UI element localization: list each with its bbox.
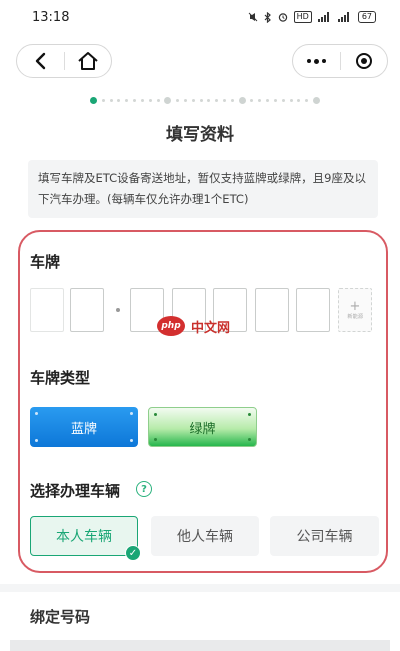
chevron-left-icon xyxy=(36,52,46,70)
vehicle-label: 选择办理车辆 xyxy=(30,482,121,500)
plate-cell-6[interactable] xyxy=(255,288,289,332)
back-button[interactable] xyxy=(17,45,64,77)
bluetooth-icon xyxy=(264,11,271,23)
step-node-3 xyxy=(238,96,246,104)
plate-type-green-button[interactable]: 绿牌 xyxy=(148,407,257,447)
home-button[interactable] xyxy=(65,45,112,77)
menu-capsule xyxy=(292,44,388,78)
target-close-icon xyxy=(355,53,372,69)
vehicle-self-button[interactable]: 本人车辆 xyxy=(30,516,138,556)
hd-icon: HD xyxy=(293,11,312,23)
more-dots-icon xyxy=(306,58,326,64)
alarm-icon xyxy=(278,13,287,22)
plate-cell-1[interactable] xyxy=(30,288,64,332)
plus-icon: + xyxy=(349,298,361,314)
step-node-2 xyxy=(164,96,172,104)
page-title: 填写资料 xyxy=(166,125,234,145)
plate-type-blue-label: 蓝牌 xyxy=(70,421,97,437)
new-energy-cell[interactable]: + 新能源 xyxy=(338,288,372,332)
plate-type-green-label: 绿牌 xyxy=(189,421,216,437)
watermark-text: 中文网 xyxy=(191,320,231,336)
home-icon xyxy=(78,52,98,70)
plate-cell-7[interactable] xyxy=(296,288,330,332)
help-icon[interactable]: ? xyxy=(136,481,152,497)
binding-field[interactable] xyxy=(10,640,390,651)
step-node-4 xyxy=(312,96,320,104)
vehicle-company-button[interactable]: 公司车辆 xyxy=(270,516,379,556)
section-divider xyxy=(0,584,400,592)
step-connector xyxy=(97,98,164,102)
nav-capsule xyxy=(16,44,112,78)
battery-icon: 67 xyxy=(357,11,376,23)
vehicle-other-button[interactable]: 他人车辆 xyxy=(151,516,259,556)
status-icons: HD 67 xyxy=(248,11,376,23)
plate-cell-2[interactable] xyxy=(70,288,104,332)
close-miniprogram-button[interactable] xyxy=(341,45,388,77)
watermark: php 中文网 xyxy=(157,316,230,336)
plate-type-label: 车牌类型 xyxy=(30,369,91,387)
signal-icon xyxy=(337,12,349,22)
signal-icon xyxy=(317,12,329,22)
plate-type-blue-button[interactable]: 蓝牌 xyxy=(30,407,138,447)
more-button[interactable] xyxy=(293,45,340,77)
binding-label: 绑定号码 xyxy=(30,608,91,626)
step-connector xyxy=(246,98,313,102)
check-icon: ✓ xyxy=(125,545,141,561)
plate-separator xyxy=(116,308,120,312)
new-energy-label: 新能源 xyxy=(347,313,363,320)
status-time: 13:18 xyxy=(32,9,70,25)
silent-icon xyxy=(248,12,257,22)
step-connector xyxy=(171,98,238,102)
nav-bar xyxy=(0,40,400,84)
step-progress xyxy=(90,96,320,104)
watermark-logo: php xyxy=(157,316,185,336)
step-node-1 xyxy=(90,96,97,104)
notice-box: 填写车牌及ETC设备寄送地址，暂仅支持蓝牌或绿牌，且9座及以下汽车办理。(每辆车… xyxy=(28,160,378,218)
plate-label: 车牌 xyxy=(30,253,61,271)
status-bar: 13:18 HD 67 xyxy=(0,0,400,34)
